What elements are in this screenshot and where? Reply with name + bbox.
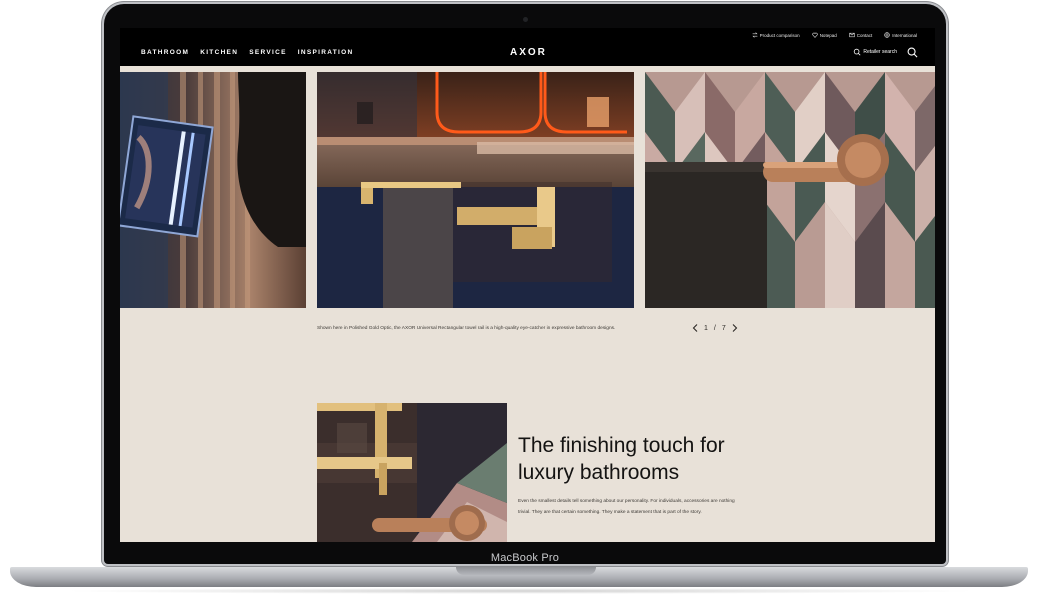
browser-screen: Product comparison Notepad Contact Inter…	[120, 28, 935, 542]
nav-bathroom[interactable]: BATHROOM	[141, 49, 189, 56]
gallery-pager: 1 / 7	[692, 324, 738, 332]
chevron-left-icon[interactable]	[692, 324, 698, 332]
retailer-search-link[interactable]: Retailer search	[853, 48, 897, 56]
pager-separator: /	[713, 324, 716, 332]
vanity-photo	[317, 72, 634, 308]
globe-icon	[884, 32, 890, 38]
chevron-right-icon[interactable]	[732, 324, 738, 332]
gallery-caption: Shown here in Polished Gold Optic, the A…	[317, 326, 616, 331]
product-comparison-link[interactable]: Product comparison	[752, 32, 800, 38]
gallery-image-mirror[interactable]	[120, 72, 306, 308]
international-link[interactable]: International	[884, 32, 917, 38]
notepad-label: Notepad	[819, 32, 837, 38]
feature-image	[317, 403, 507, 542]
contact-link[interactable]: Contact	[849, 32, 873, 38]
accessories-photo	[317, 403, 507, 542]
search-icon[interactable]	[907, 47, 918, 58]
tiles-photo	[645, 72, 935, 308]
pager-current: 1	[704, 324, 708, 332]
laptop-notch	[456, 567, 596, 575]
retailer-search-label: Retailer search	[863, 49, 897, 55]
nav-kitchen[interactable]: KITCHEN	[200, 49, 238, 56]
international-label: International	[892, 32, 917, 38]
gallery-image-vanity[interactable]	[317, 72, 634, 308]
mail-icon	[849, 32, 855, 38]
notepad-link[interactable]: Notepad	[812, 32, 837, 38]
pager-total: 7	[721, 324, 726, 332]
mirror-photo	[120, 72, 306, 308]
location-pin-icon	[854, 48, 861, 56]
gallery-image-tiles[interactable]	[645, 72, 935, 308]
laptop-shadow	[60, 588, 980, 594]
webcam	[523, 17, 528, 22]
feature-body: Even the smallest details tell something…	[518, 499, 735, 515]
site-header: Product comparison Notepad Contact Inter…	[120, 28, 935, 66]
product-comparison-label: Product comparison	[759, 32, 800, 38]
device-label: MacBook Pro	[490, 552, 560, 564]
axor-logo[interactable]: AXOR	[510, 47, 547, 58]
contact-label: Contact	[856, 32, 873, 38]
heart-icon	[812, 32, 818, 38]
nav-service[interactable]: SERVICE	[249, 49, 287, 56]
main-nav: BATHROOM KITCHEN SERVICE INSPIRATION	[141, 49, 353, 56]
nav-inspiration[interactable]: INSPIRATION	[298, 49, 354, 56]
utility-links: Product comparison Notepad Contact Inter…	[752, 32, 917, 38]
feature-title: The finishing touch for luxury bathrooms	[518, 434, 725, 484]
compare-icon	[752, 32, 758, 38]
